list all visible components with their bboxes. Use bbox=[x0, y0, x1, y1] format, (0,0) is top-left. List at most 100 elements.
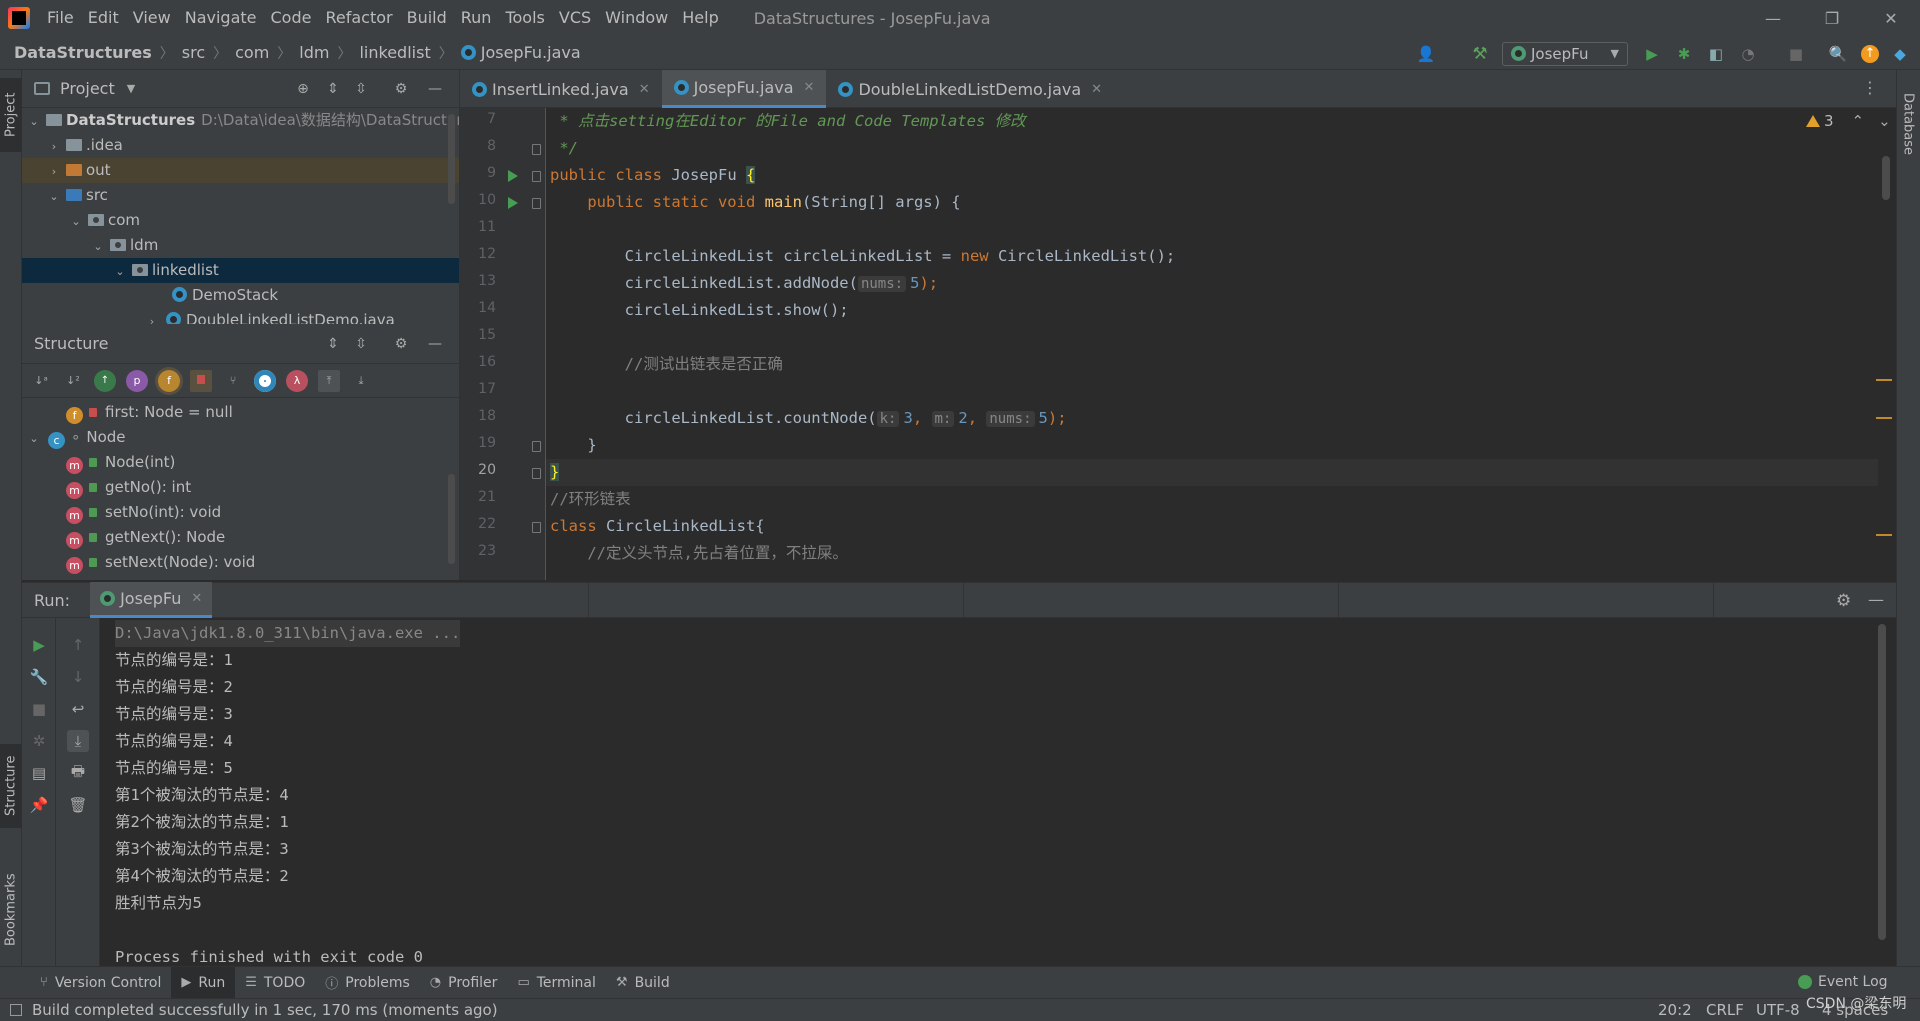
soft-wrap-icon[interactable]: ↩ bbox=[67, 698, 89, 720]
structure-scrollbar[interactable] bbox=[448, 474, 455, 564]
structure-item-node-class[interactable]: ⌄ c ∘ Node bbox=[22, 425, 459, 450]
structure-item-method[interactable]: m Node(int) bbox=[22, 450, 459, 475]
layout-icon[interactable]: ▤ bbox=[28, 762, 50, 784]
chevron-right-icon[interactable]: › bbox=[146, 309, 158, 324]
hide-panel-icon[interactable]: — bbox=[1868, 590, 1884, 609]
menu-file[interactable]: File bbox=[40, 0, 81, 36]
show-non-public-icon[interactable] bbox=[190, 369, 212, 392]
print-icon[interactable]: 🖶 bbox=[67, 762, 89, 784]
menu-view[interactable]: View bbox=[126, 0, 178, 36]
menu-code[interactable]: Code bbox=[264, 0, 319, 36]
fold-marker-icon[interactable] bbox=[532, 171, 541, 182]
tab-insertlinked[interactable]: InsertLinked.java ✕ bbox=[460, 70, 662, 108]
hide-panel-icon[interactable]: — bbox=[426, 80, 444, 98]
menu-tools[interactable]: Tools bbox=[498, 0, 551, 36]
run-class-gutter-icon[interactable] bbox=[508, 170, 518, 182]
structure-item-field[interactable]: f first: Node = null bbox=[22, 400, 459, 425]
run-main-gutter-icon[interactable] bbox=[508, 197, 518, 209]
close-icon[interactable]: ✕ bbox=[1091, 82, 1102, 97]
breadcrumb-project[interactable]: DataStructures bbox=[14, 43, 152, 62]
tab-doublelinkedlistdemo[interactable]: DoubleLinkedListDemo.java ✕ bbox=[826, 70, 1114, 108]
console-output[interactable]: D:\Java\jdk1.8.0_311\bin\java.exe ... 节点… bbox=[100, 618, 1896, 966]
chevron-down-icon[interactable]: ⌄ bbox=[28, 109, 40, 134]
menu-run[interactable]: Run bbox=[454, 0, 499, 36]
fold-marker-icon[interactable] bbox=[532, 468, 541, 479]
menu-refactor[interactable]: Refactor bbox=[318, 0, 399, 36]
show-members-icon[interactable] bbox=[254, 369, 276, 392]
line-separator[interactable]: CRLF bbox=[1706, 999, 1744, 1021]
show-anonymous-icon[interactable]: ⑂ bbox=[222, 370, 244, 392]
editor-scrollbar[interactable] bbox=[1882, 156, 1890, 200]
pin-icon[interactable]: 📌 bbox=[28, 794, 50, 816]
show-lambdas-icon[interactable]: λ bbox=[286, 369, 308, 392]
update-icon[interactable]: ↑ bbox=[1860, 44, 1880, 64]
stop-icon[interactable]: ■ bbox=[1786, 44, 1806, 64]
chevron-right-icon[interactable]: › bbox=[48, 134, 60, 159]
menu-window[interactable]: Window bbox=[598, 0, 675, 36]
menu-edit[interactable]: Edit bbox=[81, 0, 126, 36]
gear-icon[interactable]: ⚙ bbox=[392, 80, 410, 98]
breadcrumb-linkedlist[interactable]: linkedlist bbox=[359, 43, 430, 62]
build-hammer-icon[interactable]: ⚒ bbox=[1470, 44, 1490, 64]
chevron-down-icon[interactable]: ⌄ bbox=[28, 426, 40, 451]
collapse-all-icon[interactable]: ⇳ bbox=[352, 80, 370, 98]
tab-josepfu[interactable]: JosepFu.java ✕ bbox=[661, 70, 827, 108]
chevron-right-icon[interactable]: › bbox=[48, 159, 60, 184]
project-scrollbar[interactable] bbox=[448, 114, 455, 204]
fold-marker-icon[interactable] bbox=[532, 441, 541, 452]
structure-item-method[interactable]: m getNo(): int bbox=[22, 475, 459, 500]
sort-alpha-icon[interactable]: ↓ᵃ bbox=[30, 370, 52, 392]
tree-item-ldm[interactable]: ⌄ ldm bbox=[22, 233, 459, 258]
show-fields-icon[interactable]: f bbox=[158, 369, 180, 392]
rerun-icon[interactable]: ▶ bbox=[28, 634, 50, 656]
tool-run[interactable]: ▶ Run bbox=[171, 966, 236, 999]
stop-icon[interactable]: ■ bbox=[28, 698, 50, 720]
breadcrumb-com[interactable]: com bbox=[235, 43, 269, 62]
structure-item-method[interactable]: m setNext(Node): void bbox=[22, 550, 459, 575]
tree-item-com[interactable]: ⌄ com bbox=[22, 208, 459, 233]
jetbrains-toolbox-icon[interactable]: ◆ bbox=[1890, 44, 1910, 64]
restore-button[interactable]: ❐ bbox=[1803, 0, 1861, 36]
chevron-down-icon[interactable]: ⌄ bbox=[92, 234, 104, 259]
error-stripe-marker[interactable] bbox=[1876, 417, 1892, 419]
debug-settings-icon[interactable]: ✲ bbox=[28, 730, 50, 752]
menu-vcs[interactable]: VCS bbox=[552, 0, 598, 36]
close-icon[interactable]: ✕ bbox=[639, 82, 650, 97]
chevron-down-icon[interactable]: ⌄ bbox=[70, 209, 82, 234]
locate-file-icon[interactable]: ⊕ bbox=[294, 80, 312, 98]
trash-icon[interactable]: 🗑 bbox=[67, 794, 89, 816]
hide-panel-icon[interactable]: — bbox=[426, 335, 444, 353]
autoscroll-to-source-icon[interactable]: ⤒ bbox=[318, 369, 340, 392]
collapse-all-icon[interactable]: ⇳ bbox=[352, 335, 370, 353]
error-stripe-marker[interactable] bbox=[1876, 534, 1892, 536]
gear-icon[interactable]: ⚙ bbox=[1836, 591, 1851, 611]
structure-tool-tab[interactable]: Structure bbox=[0, 744, 22, 828]
gear-icon[interactable]: ⚙ bbox=[392, 335, 410, 353]
tool-version-control[interactable]: ⑂ Version Control bbox=[30, 967, 171, 999]
file-encoding[interactable]: UTF-8 bbox=[1756, 999, 1800, 1021]
close-window-button[interactable]: ✕ bbox=[1862, 0, 1920, 36]
tree-item-out[interactable]: › out bbox=[22, 158, 459, 183]
run-icon[interactable]: ▶ bbox=[1642, 44, 1662, 64]
console-scrollbar[interactable] bbox=[1878, 624, 1886, 940]
tree-item-idea[interactable]: › .idea bbox=[22, 133, 459, 158]
breadcrumb-src[interactable]: src bbox=[182, 43, 205, 62]
bookmarks-tool-tab[interactable]: Bookmarks bbox=[0, 860, 22, 960]
more-tabs-icon[interactable]: ⋮ bbox=[1862, 78, 1878, 97]
minimize-button[interactable]: — bbox=[1744, 0, 1802, 36]
code-editor[interactable]: * 点击setting在Editor 的File and Code Templa… bbox=[546, 108, 1878, 580]
chevron-down-icon[interactable]: ⌄ bbox=[114, 259, 126, 284]
coverage-icon[interactable]: ◧ bbox=[1706, 44, 1726, 64]
tree-item-datastructures[interactable]: ⌄ DataStructures D:\Data\idea\数据结构\DataStr… bbox=[22, 108, 459, 133]
tool-build[interactable]: ⚒ Build bbox=[606, 967, 680, 999]
chevron-down-icon[interactable]: ▼ bbox=[127, 82, 135, 95]
chevron-down-icon[interactable]: ⌄ bbox=[48, 184, 60, 209]
inspection-widget[interactable]: 3 ⌃ ⌄ bbox=[1806, 112, 1891, 130]
structure-item-method[interactable]: m setNo(int): void bbox=[22, 500, 459, 525]
run-config-selector[interactable]: JosepFu ▼ bbox=[1502, 42, 1628, 66]
arrow-down-icon[interactable]: ↓ bbox=[67, 666, 89, 688]
toggle-tool-windows-icon[interactable] bbox=[10, 1004, 22, 1016]
tool-problems[interactable]: ⓘ Problems bbox=[315, 967, 420, 999]
menu-help[interactable]: Help bbox=[675, 0, 725, 36]
chevron-up-icon[interactable]: ⌃ bbox=[1852, 112, 1865, 130]
